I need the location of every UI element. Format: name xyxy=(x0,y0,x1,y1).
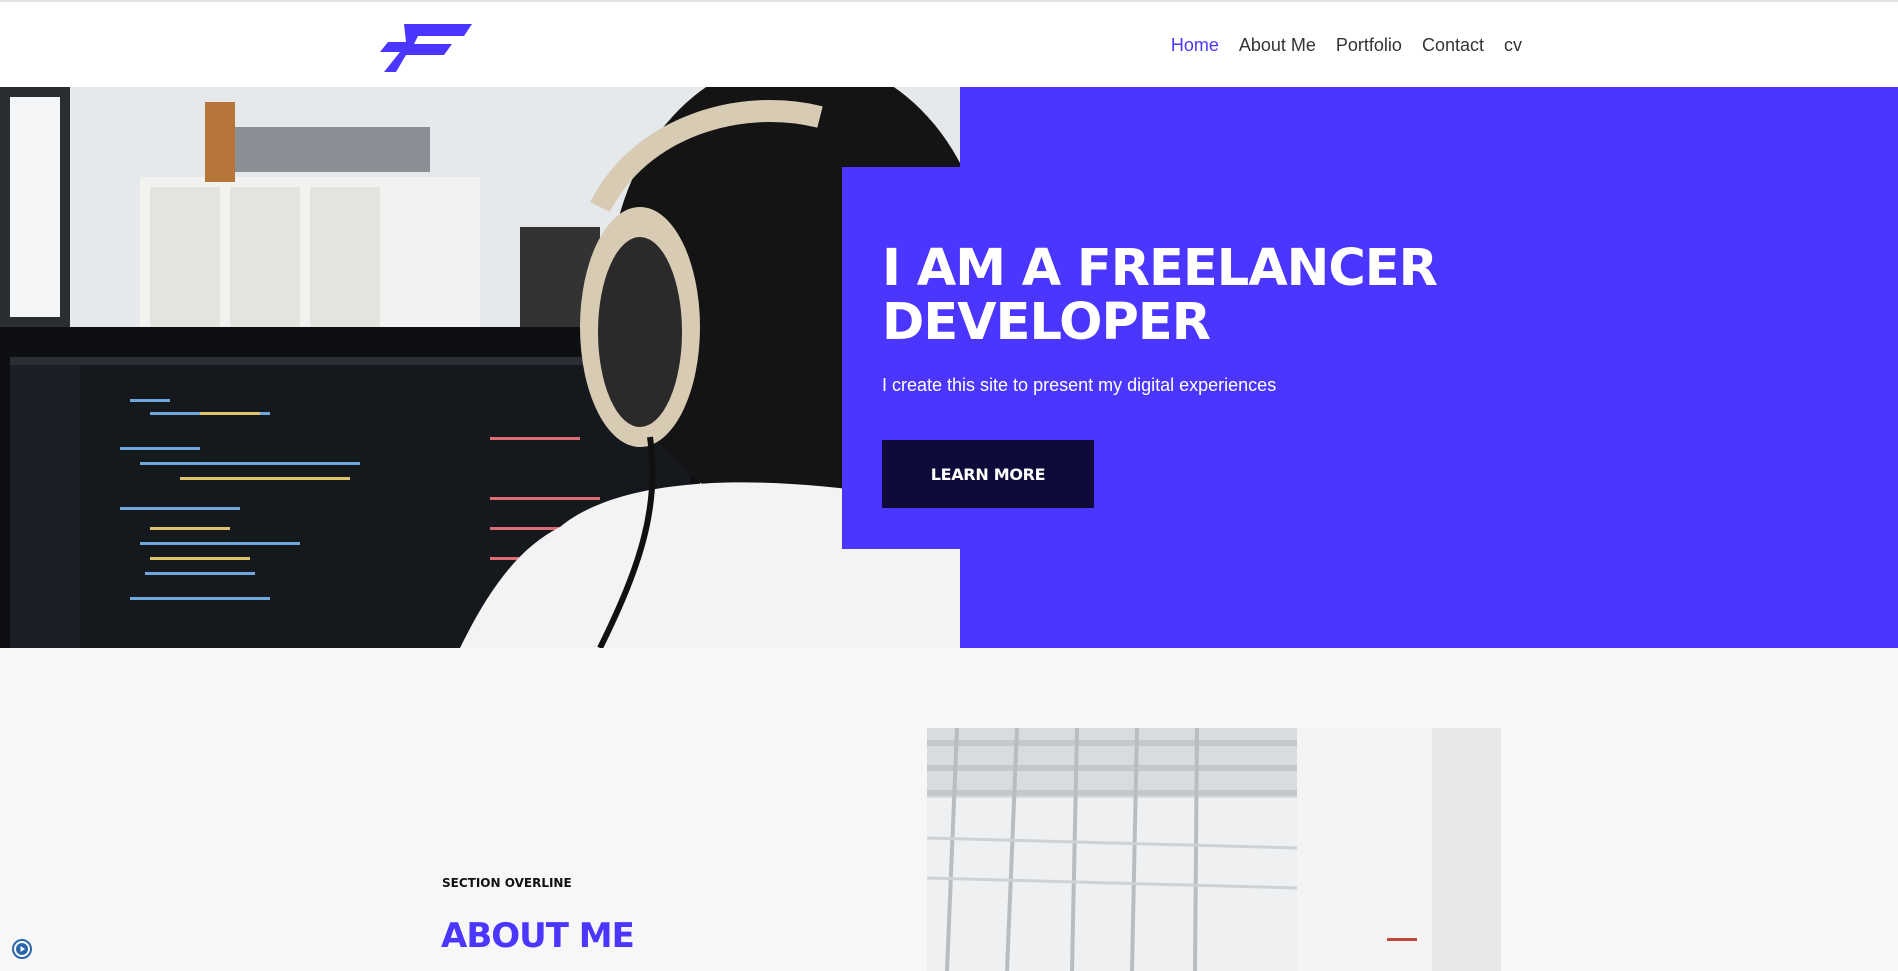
nav-home[interactable]: Home xyxy=(1171,33,1219,57)
nav-about-me[interactable]: About Me xyxy=(1239,33,1316,57)
main-nav: Home About Me Portfolio Contact cv xyxy=(1171,33,1522,57)
about-section: SECTION OVERLINE ABOUT ME xyxy=(0,648,1898,971)
play-circle-icon[interactable] xyxy=(12,939,32,959)
nav-portfolio[interactable]: Portfolio xyxy=(1336,33,1402,57)
nav-cv[interactable]: cv xyxy=(1504,33,1522,57)
about-title: ABOUT ME xyxy=(441,916,635,956)
about-photo xyxy=(927,728,1501,971)
hero-subtitle: I create this site to present my digital… xyxy=(882,375,1277,395)
learn-more-button[interactable]: LEARN MORE xyxy=(882,440,1094,508)
hero-section: I AM A FREELANCER DEVELOPER I create thi… xyxy=(0,87,1898,648)
f-logo-icon[interactable] xyxy=(380,18,472,72)
section-overline: SECTION OVERLINE xyxy=(442,876,572,890)
site-header: Home About Me Portfolio Contact cv xyxy=(0,2,1898,87)
nav-contact[interactable]: Contact xyxy=(1422,33,1484,57)
hero-photo xyxy=(0,87,960,648)
hero-title: I AM A FREELANCER DEVELOPER xyxy=(882,239,1438,352)
